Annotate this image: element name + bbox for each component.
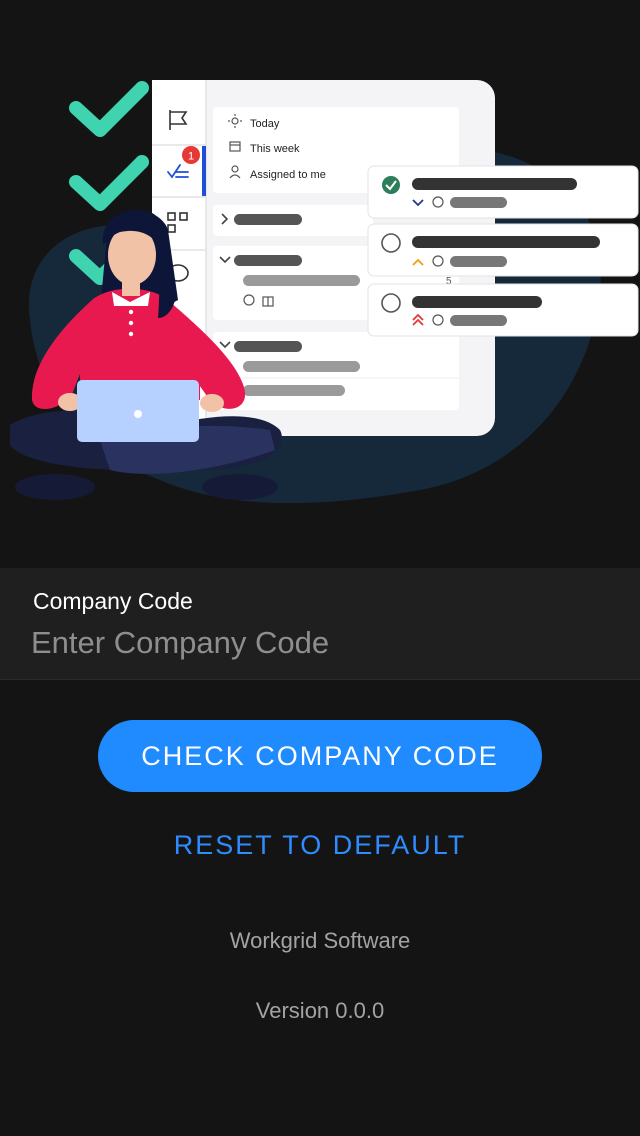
notification-badge: 1 — [182, 146, 200, 164]
badge-count: 1 — [188, 151, 194, 163]
task-card — [367, 223, 639, 277]
company-code-label: Company Code — [33, 588, 193, 614]
task-card — [367, 283, 639, 337]
reset-to-default-button[interactable]: RESET TO DEFAULT — [120, 820, 520, 870]
check-icon — [69, 155, 149, 211]
check-company-code-button[interactable]: CHECK COMPANY CODE — [98, 720, 542, 792]
completed-check-icon — [382, 176, 400, 194]
version-text: Version 0.0.0 — [255, 998, 385, 1023]
filter-this-week: This week — [250, 143, 300, 155]
task-card — [367, 165, 639, 219]
check-icon — [69, 81, 149, 137]
company-code-input[interactable] — [31, 620, 611, 666]
company-name-text: Workgrid Software — [229, 928, 411, 953]
hero-illustration: 1 Today This week Assigned to me 5 — [0, 0, 640, 568]
filter-assigned-to-me: Assigned to me — [250, 169, 326, 181]
filter-today: Today — [250, 118, 280, 130]
